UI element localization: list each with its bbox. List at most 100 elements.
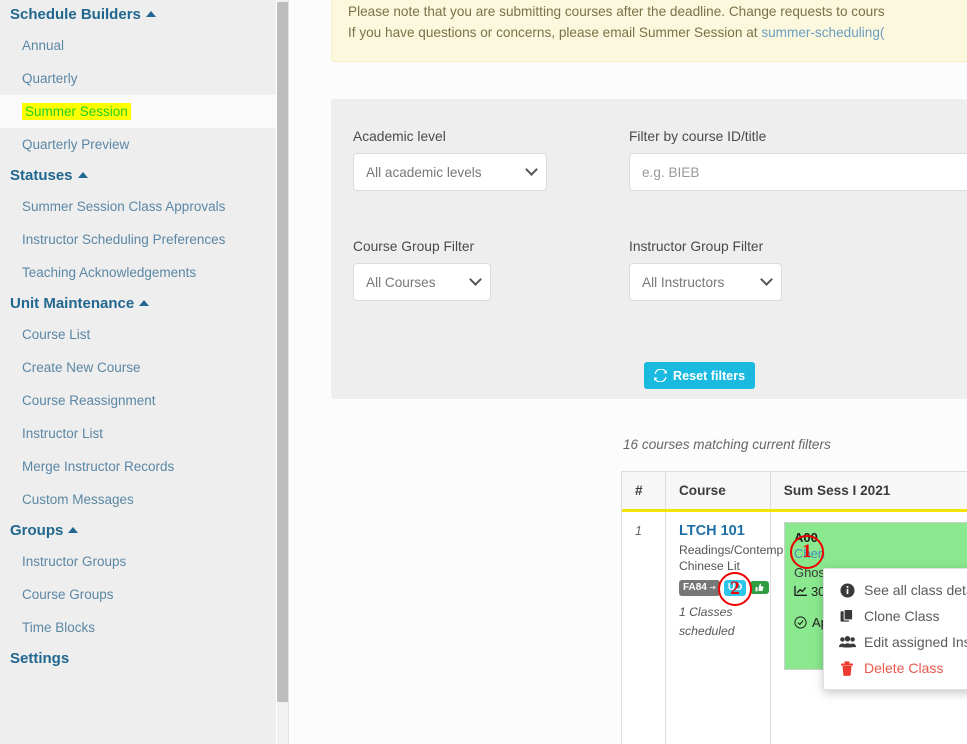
sidebar-item-course-reassignment[interactable]: Course Reassignment (0, 384, 276, 417)
copy-icon (838, 608, 856, 624)
instructor-group-filter-group: Instructor Group Filter All Instructors (629, 239, 782, 301)
sidebar-item-custom-messages[interactable]: Custom Messages (0, 483, 276, 516)
info-icon (838, 582, 856, 598)
sidebar-item-label: Time Blocks (22, 620, 96, 635)
sidebar-item-summer-session-class-approvals[interactable]: Summer Session Class Approvals (0, 190, 276, 223)
sidebar-item-label: Summer Session (22, 103, 131, 120)
sidebar-item-label: Custom Messages (22, 492, 134, 507)
sidebar-item-label: Instructor Groups (22, 554, 127, 569)
badge-approved-thumbsup (750, 581, 770, 595)
chevron-up-icon (77, 171, 88, 178)
sidebar-item-label: Course Reassignment (22, 393, 156, 408)
academic-level-label: Academic level (353, 129, 446, 144)
sidebar-item-label: Course List (22, 327, 91, 342)
course-group-value: All Courses (366, 274, 436, 290)
sidebar-group-label: Unit Maintenance (10, 295, 135, 312)
sidebar-item-create-new-course[interactable]: Create New Course (0, 351, 276, 384)
annotation-marker-2: 2 (718, 572, 752, 606)
sidebar-item-label: Summer Session Class Approvals (22, 199, 226, 214)
sidebar-item-instructor-list[interactable]: Instructor List (0, 417, 276, 450)
course-group-select[interactable]: All Courses (353, 263, 491, 301)
sidebar-item-quarterly[interactable]: Quarterly (0, 62, 276, 95)
chevron-up-icon (68, 526, 79, 533)
notice-line-1: Please note that you are submitting cour… (348, 4, 885, 19)
deadline-notice-banner: Please note that you are submitting cour… (331, 0, 967, 62)
menu-item-label: Clone Class (864, 608, 940, 624)
badge-term-code-label: FA84 (682, 581, 707, 593)
header-number: # (622, 472, 666, 509)
refresh-icon (654, 369, 667, 382)
instructor-group-value: All Instructors (642, 274, 725, 290)
chevron-up-icon (145, 10, 156, 17)
sidebar-item-teaching-acknowledgements[interactable]: Teaching Acknowledgements (0, 256, 276, 289)
sidebar-scrollbar-thumb[interactable] (277, 2, 288, 702)
sidebar-navigation: Schedule Builders Annual Quarterly Summer S… (0, 0, 276, 744)
sidebar-item-merge-instructor-records[interactable]: Merge Instructor Records (0, 450, 276, 483)
menu-item-label: Delete Class (864, 660, 944, 676)
menu-item-delete-class[interactable]: Delete Class (824, 655, 967, 681)
table-header-row: # Course Sum Sess I 2021 Sum Ses II 2021 (622, 472, 967, 512)
thumbs-up-icon (755, 583, 764, 592)
header-course: Course (666, 472, 771, 509)
course-id-label: Filter by course ID/title (629, 129, 767, 144)
instructor-group-label: Instructor Group Filter (629, 239, 764, 254)
sidebar-group-statuses[interactable]: Statuses (0, 161, 276, 190)
notice-line-2-text: If you have questions or concerns, pleas… (348, 25, 762, 41)
sidebar-item-annual[interactable]: Annual (0, 29, 276, 62)
reset-filters-label: Reset filters (673, 368, 746, 383)
sidebar-item-label: Annual (22, 38, 65, 53)
academic-level-value: All academic levels (366, 164, 482, 180)
menu-item-label: Edit assigned Instructors (864, 634, 967, 650)
summer-scheduling-email-link[interactable]: summer-scheduling( (761, 25, 884, 40)
sidebar-item-label: Instructor Scheduling Preferences (22, 232, 226, 247)
chevron-down-icon (469, 272, 482, 286)
row-number-cell: 1 (622, 512, 666, 744)
classes-scheduled-note: 1 Classes scheduled (678, 604, 735, 639)
sidebar-item-time-blocks[interactable]: Time Blocks (0, 611, 276, 644)
sidebar-item-course-groups[interactable]: Course Groups (0, 578, 276, 611)
course-group-label: Course Group Filter (353, 239, 475, 254)
menu-item-see-all-class-details[interactable]: See all class details (824, 577, 967, 603)
instructor-group-select[interactable]: All Instructors (629, 263, 782, 301)
sidebar-group-label: Statuses (10, 167, 73, 184)
menu-item-edit-assigned-instructors[interactable]: Edit assigned Instructors (824, 629, 967, 655)
sidebar-content: Schedule Builders Annual Quarterly Summer S… (0, 0, 276, 673)
academic-level-select[interactable]: All academic levels (353, 153, 547, 191)
course-cell: LTCH 101 Readings/Contemp Chinese Lit FA… (666, 512, 784, 744)
course-group-filter-group: Course Group Filter All Courses (353, 239, 491, 301)
row-number: 1 (635, 524, 642, 538)
sidebar-group-label: Groups (10, 522, 64, 539)
badge-term-code: FA84 (678, 579, 720, 596)
sidebar-group-groups[interactable]: Groups (0, 516, 276, 545)
chevron-down-icon (760, 272, 773, 286)
sidebar-item-label: Create New Course (22, 360, 141, 375)
enrollment-chart-icon (794, 586, 807, 597)
users-icon (838, 635, 856, 649)
filter-panel: Academic level All academic levels Filte… (331, 99, 967, 399)
sidebar-item-quarterly-preview[interactable]: Quarterly Preview (0, 128, 276, 161)
course-code-link[interactable]: LTCH 101 (679, 522, 762, 540)
sidebar-item-summer-session[interactable]: Summer Session (0, 95, 276, 128)
sidebar-group-settings[interactable]: Settings (0, 644, 276, 673)
check-circle-icon (794, 616, 807, 629)
sidebar-item-label: Quarterly (22, 71, 78, 86)
sidebar-item-instructor-scheduling-preferences[interactable]: Instructor Scheduling Preferences (0, 223, 276, 256)
sidebar-item-course-list[interactable]: Course List (0, 318, 276, 351)
annotation-marker-1: 1 (790, 535, 824, 569)
link-icon (709, 585, 716, 590)
chevron-down-icon (525, 162, 538, 176)
sidebar-item-instructor-groups[interactable]: Instructor Groups (0, 545, 276, 578)
trash-icon (838, 660, 856, 676)
sidebar-group-schedule-builders[interactable]: Schedule Builders (0, 0, 276, 29)
course-id-filter-group: Filter by course ID/title (629, 129, 967, 191)
sidebar-item-label: Teaching Acknowledgements (22, 265, 197, 280)
results-count-text: 16 courses matching current filters (623, 437, 831, 452)
sidebar-group-unit-maintenance[interactable]: Unit Maintenance (0, 289, 276, 318)
course-title: Readings/Contemp Chinese Lit (678, 543, 784, 574)
academic-level-filter-group: Academic level All academic levels (353, 129, 547, 191)
reset-filters-button[interactable]: Reset filters (644, 362, 756, 389)
sidebar-item-label: Merge Instructor Records (22, 459, 175, 474)
course-id-input[interactable] (629, 153, 967, 191)
app-root: Schedule Builders Annual Quarterly Summer S… (0, 0, 967, 744)
menu-item-clone-class[interactable]: Clone Class (824, 603, 967, 629)
